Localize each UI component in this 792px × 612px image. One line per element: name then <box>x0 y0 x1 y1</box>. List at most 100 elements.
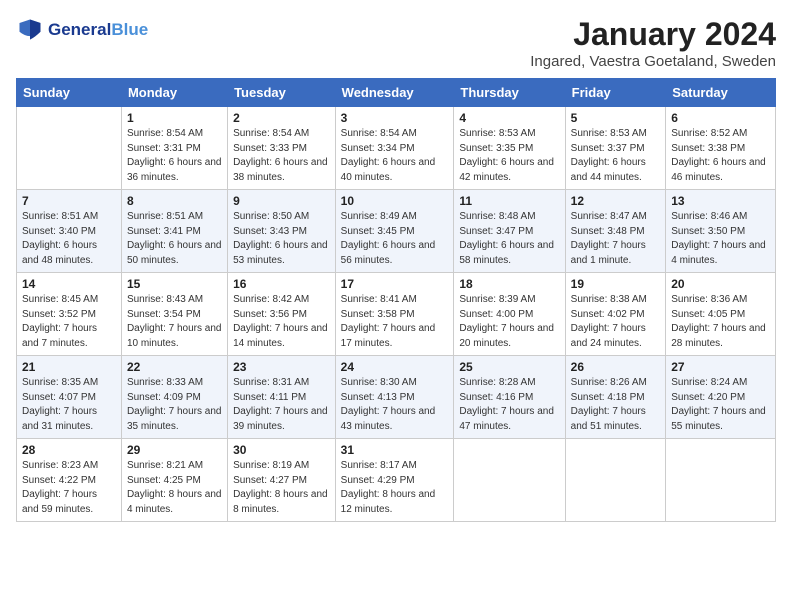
header-cell-monday: Monday <box>121 79 227 107</box>
week-row-4: 21 Sunrise: 8:35 AMSunset: 4:07 PMDayligh… <box>17 356 776 439</box>
day-info: Sunrise: 8:31 AMSunset: 4:11 PMDaylight:… <box>233 376 330 434</box>
day-number: 17 <box>341 277 449 291</box>
day-info: Sunrise: 8:51 AMSunset: 3:41 PMDaylight:… <box>127 210 222 268</box>
day-cell: 2 Sunrise: 8:54 AMSunset: 3:33 PMDaylight… <box>228 107 336 190</box>
day-cell: 14Sunrise: 8:45 AMSunset: 3:52 PMDayligh… <box>17 273 122 356</box>
week-row-5: 28 Sunrise: 8:23 AMSunset: 4:22 PMDayligh… <box>17 439 776 522</box>
day-cell: 24 Sunrise: 8:30 AMSunset: 4:13 PMDayligh… <box>335 356 454 439</box>
day-number: 3 <box>341 111 449 125</box>
day-cell: 7 Sunrise: 8:51 AMSunset: 3:40 PMDaylight… <box>17 190 122 273</box>
day-info: Sunrise: 8:53 AMSunset: 3:37 PMDaylight:… <box>571 127 661 185</box>
day-cell: 1 Sunrise: 8:54 AMSunset: 3:31 PMDaylight… <box>121 107 227 190</box>
day-info: Sunrise: 8:54 AMSunset: 3:33 PMDaylight:… <box>233 127 330 185</box>
header-cell-thursday: Thursday <box>454 79 565 107</box>
main-title: January 2024 <box>530 16 776 53</box>
day-number: 8 <box>127 194 222 208</box>
day-cell: 29 Sunrise: 8:21 AMSunset: 4:25 PMDayligh… <box>121 439 227 522</box>
logo-text: GeneralBlue <box>48 21 148 40</box>
day-cell: 17 Sunrise: 8:41 AMSunset: 3:58 PMDayligh… <box>335 273 454 356</box>
day-number: 22 <box>127 360 222 374</box>
day-cell: 25 Sunrise: 8:28 AMSunset: 4:16 PMDayligh… <box>454 356 565 439</box>
day-number: 29 <box>127 443 222 457</box>
day-info: Sunrise: 8:30 AMSunset: 4:13 PMDaylight:… <box>341 376 449 434</box>
day-number: 23 <box>233 360 330 374</box>
day-cell: 10 Sunrise: 8:49 AMSunset: 3:45 PMDayligh… <box>335 190 454 273</box>
day-info: Sunrise: 8:42 AMSunset: 3:56 PMDaylight:… <box>233 293 330 351</box>
day-info: Sunrise: 8:17 AMSunset: 4:29 PMDaylight:… <box>341 459 449 517</box>
day-info: Sunrise: 8:52 AMSunset: 3:38 PMDaylight:… <box>671 127 770 185</box>
day-info: Sunrise: 8:43 AMSunset: 3:54 PMDaylight:… <box>127 293 222 351</box>
day-number: 9 <box>233 194 330 208</box>
day-cell: 27 Sunrise: 8:24 AMSunset: 4:20 PMDayligh… <box>666 356 776 439</box>
day-number: 25 <box>459 360 559 374</box>
day-number: 28 <box>22 443 116 457</box>
day-cell: 4Sunrise: 8:53 AMSunset: 3:35 PMDaylight… <box>454 107 565 190</box>
day-cell: 28 Sunrise: 8:23 AMSunset: 4:22 PMDayligh… <box>17 439 122 522</box>
day-cell: 12 Sunrise: 8:47 AMSunset: 3:48 PMDayligh… <box>565 190 666 273</box>
day-number: 13 <box>671 194 770 208</box>
day-number: 14 <box>22 277 116 291</box>
day-cell: 13Sunrise: 8:46 AMSunset: 3:50 PMDayligh… <box>666 190 776 273</box>
week-row-1: 1 Sunrise: 8:54 AMSunset: 3:31 PMDaylight… <box>17 107 776 190</box>
day-number: 5 <box>571 111 661 125</box>
day-cell: 16Sunrise: 8:42 AMSunset: 3:56 PMDayligh… <box>228 273 336 356</box>
calendar-header: SundayMondayTuesdayWednesdayThursdayFrid… <box>17 79 776 107</box>
day-cell <box>666 439 776 522</box>
day-number: 6 <box>671 111 770 125</box>
day-info: Sunrise: 8:28 AMSunset: 4:16 PMDaylight:… <box>459 376 559 434</box>
day-info: Sunrise: 8:36 AMSunset: 4:05 PMDaylight:… <box>671 293 770 351</box>
day-info: Sunrise: 8:53 AMSunset: 3:35 PMDaylight:… <box>459 127 559 185</box>
day-number: 30 <box>233 443 330 457</box>
day-number: 19 <box>571 277 661 291</box>
day-cell: 31 Sunrise: 8:17 AMSunset: 4:29 PMDayligh… <box>335 439 454 522</box>
day-number: 26 <box>571 360 661 374</box>
day-cell: 15Sunrise: 8:43 AMSunset: 3:54 PMDayligh… <box>121 273 227 356</box>
day-info: Sunrise: 8:54 AMSunset: 3:34 PMDaylight:… <box>341 127 449 185</box>
day-number: 31 <box>341 443 449 457</box>
day-info: Sunrise: 8:24 AMSunset: 4:20 PMDaylight:… <box>671 376 770 434</box>
day-info: Sunrise: 8:19 AMSunset: 4:27 PMDaylight:… <box>233 459 330 517</box>
subtitle: Ingared, Vaestra Goetaland, Sweden <box>530 53 776 70</box>
day-cell <box>17 107 122 190</box>
day-number: 21 <box>22 360 116 374</box>
header-cell-wednesday: Wednesday <box>335 79 454 107</box>
day-info: Sunrise: 8:23 AMSunset: 4:22 PMDaylight:… <box>22 459 116 517</box>
day-cell <box>565 439 666 522</box>
day-number: 18 <box>459 277 559 291</box>
calendar-body: 1 Sunrise: 8:54 AMSunset: 3:31 PMDaylight… <box>17 107 776 522</box>
header-cell-saturday: Saturday <box>666 79 776 107</box>
day-number: 10 <box>341 194 449 208</box>
header-cell-friday: Friday <box>565 79 666 107</box>
day-cell: 3 Sunrise: 8:54 AMSunset: 3:34 PMDaylight… <box>335 107 454 190</box>
day-info: Sunrise: 8:48 AMSunset: 3:47 PMDaylight:… <box>459 210 559 268</box>
day-number: 2 <box>233 111 330 125</box>
page-header: GeneralBlue January 2024 Ingared, Vaestr… <box>16 16 776 70</box>
day-cell: 8 Sunrise: 8:51 AMSunset: 3:41 PMDaylight… <box>121 190 227 273</box>
day-info: Sunrise: 8:41 AMSunset: 3:58 PMDaylight:… <box>341 293 449 351</box>
day-cell: 11Sunrise: 8:48 AMSunset: 3:47 PMDayligh… <box>454 190 565 273</box>
day-info: Sunrise: 8:54 AMSunset: 3:31 PMDaylight:… <box>127 127 222 185</box>
day-number: 12 <box>571 194 661 208</box>
day-info: Sunrise: 8:26 AMSunset: 4:18 PMDaylight:… <box>571 376 661 434</box>
day-number: 20 <box>671 277 770 291</box>
day-cell: 26 Sunrise: 8:26 AMSunset: 4:18 PMDayligh… <box>565 356 666 439</box>
day-cell: 19 Sunrise: 8:38 AMSunset: 4:02 PMDayligh… <box>565 273 666 356</box>
day-info: Sunrise: 8:38 AMSunset: 4:02 PMDaylight:… <box>571 293 661 351</box>
day-info: Sunrise: 8:21 AMSunset: 4:25 PMDaylight:… <box>127 459 222 517</box>
header-cell-sunday: Sunday <box>17 79 122 107</box>
day-info: Sunrise: 8:35 AMSunset: 4:07 PMDaylight:… <box>22 376 116 434</box>
day-cell: 5 Sunrise: 8:53 AMSunset: 3:37 PMDaylight… <box>565 107 666 190</box>
day-info: Sunrise: 8:33 AMSunset: 4:09 PMDaylight:… <box>127 376 222 434</box>
day-cell: 18Sunrise: 8:39 AMSunset: 4:00 PMDayligh… <box>454 273 565 356</box>
day-cell: 20 Sunrise: 8:36 AMSunset: 4:05 PMDayligh… <box>666 273 776 356</box>
day-cell: 23 Sunrise: 8:31 AMSunset: 4:11 PMDayligh… <box>228 356 336 439</box>
day-number: 1 <box>127 111 222 125</box>
day-number: 24 <box>341 360 449 374</box>
day-cell <box>454 439 565 522</box>
day-number: 7 <box>22 194 116 208</box>
day-cell: 21 Sunrise: 8:35 AMSunset: 4:07 PMDayligh… <box>17 356 122 439</box>
day-info: Sunrise: 8:49 AMSunset: 3:45 PMDaylight:… <box>341 210 449 268</box>
day-info: Sunrise: 8:47 AMSunset: 3:48 PMDaylight:… <box>571 210 661 268</box>
day-number: 27 <box>671 360 770 374</box>
day-info: Sunrise: 8:51 AMSunset: 3:40 PMDaylight:… <box>22 210 116 268</box>
